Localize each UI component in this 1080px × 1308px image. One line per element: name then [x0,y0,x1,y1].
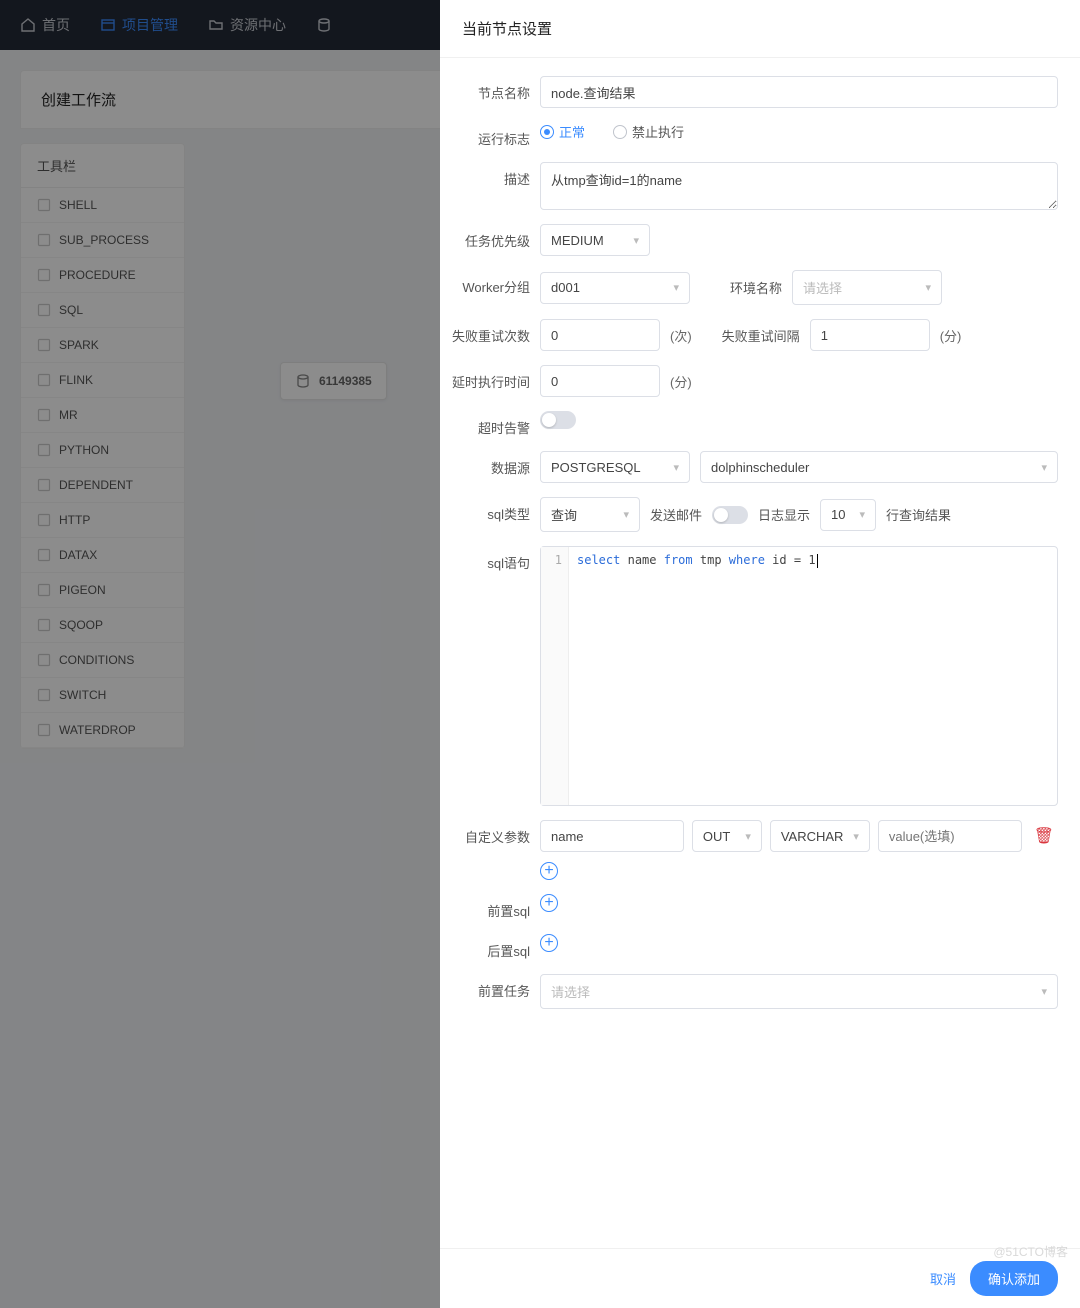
run-flag-forbid-radio[interactable]: 禁止执行 [613,122,684,141]
label-sql-stmt: sql语句 [440,546,540,572]
param-type-select[interactable]: VARCHAR▾ [770,820,870,852]
desc-textarea[interactable] [540,162,1058,210]
chevron-down-icon: ▾ [1041,461,1047,474]
label-pre-sql: 前置sql [440,894,540,920]
param-direction-select[interactable]: OUT▾ [692,820,762,852]
editor-gutter: 1 [541,547,569,805]
fail-retry-times-input[interactable] [540,319,660,351]
worker-group-select[interactable]: d001▾ [540,272,690,304]
delete-param-icon[interactable]: 🗑 [1030,822,1058,850]
delay-time-input[interactable] [540,365,660,397]
sql-editor[interactable]: 1 select name from tmp where id = 1 [540,546,1058,806]
chevron-down-icon: ▾ [673,281,679,294]
label-desc: 描述 [440,162,540,188]
chevron-down-icon: ▾ [925,281,931,294]
confirm-button[interactable]: 确认添加 [970,1261,1058,1296]
unit-times: (次) [670,326,692,345]
chevron-down-icon: ▾ [633,234,639,247]
add-pre-sql-icon[interactable]: + [540,894,558,912]
drawer-title: 当前节点设置 [440,0,1080,58]
add-post-sql-icon[interactable]: + [540,934,558,952]
param-name-input[interactable] [540,820,684,852]
label-env-name: 环境名称 [730,278,782,297]
label-node-name: 节点名称 [440,76,540,102]
chevron-down-icon: ▾ [673,461,679,474]
node-name-input[interactable] [540,76,1058,108]
chevron-down-icon: ▾ [853,830,859,843]
log-rows-suffix: 行查询结果 [886,505,951,524]
chevron-down-icon: ▾ [623,508,629,521]
drawer-footer: 取消 确认添加 [440,1248,1080,1308]
chevron-down-icon: ▾ [860,508,866,521]
send-mail-toggle[interactable] [712,506,748,524]
datasource-name-select[interactable]: dolphinscheduler▾ [700,451,1058,483]
chevron-down-icon: ▾ [745,830,751,843]
label-post-sql: 后置sql [440,934,540,960]
label-custom-params: 自定义参数 [440,820,540,846]
label-log-display: 日志显示 [758,505,810,524]
node-settings-drawer: 当前节点设置 节点名称 运行标志 正常 禁止执行 描述 任务优先级 MEDIUM… [440,0,1080,1308]
label-pre-tasks: 前置任务 [440,974,540,1000]
unit-min: (分) [670,372,692,391]
label-datasource: 数据源 [440,451,540,477]
unit-min: (分) [940,326,962,345]
label-send-mail: 发送邮件 [650,505,702,524]
label-delay-time: 延时执行时间 [440,365,540,391]
param-value-input[interactable] [878,820,1022,852]
label-priority: 任务优先级 [440,224,540,250]
pre-tasks-select[interactable]: 请选择▾ [540,974,1058,1009]
datasource-type-select[interactable]: POSTGRESQL▾ [540,451,690,483]
label-fail-retry-times: 失败重试次数 [440,319,540,345]
timeout-alarm-toggle[interactable] [540,411,576,429]
editor-content[interactable]: select name from tmp where id = 1 [569,547,1057,805]
label-sql-type: sql类型 [440,497,540,523]
fail-retry-interval-input[interactable] [810,319,930,351]
cancel-button[interactable]: 取消 [930,1269,956,1288]
chevron-down-icon: ▾ [1041,985,1047,998]
label-timeout-alarm: 超时告警 [440,411,540,437]
label-fail-retry-interval: 失败重试间隔 [722,326,800,345]
label-worker-group: Worker分组 [440,270,540,296]
label-run-flag: 运行标志 [440,122,540,148]
priority-select[interactable]: MEDIUM▾ [540,224,650,256]
sql-type-select[interactable]: 查询▾ [540,497,640,532]
log-rows-select[interactable]: 10▾ [820,499,876,531]
add-param-icon[interactable]: + [540,862,558,880]
env-name-select[interactable]: 请选择▾ [792,270,942,305]
run-flag-normal-radio[interactable]: 正常 [540,122,585,141]
